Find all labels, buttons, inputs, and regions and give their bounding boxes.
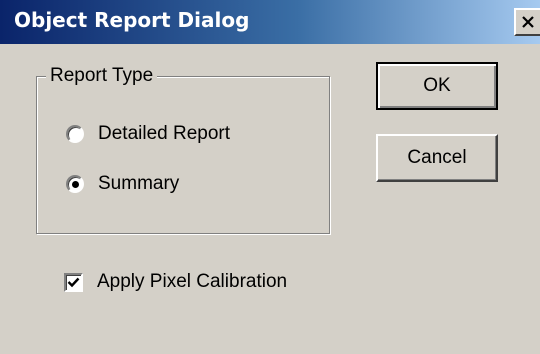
ok-button[interactable]: OK [376,62,498,110]
radio-dot [72,181,79,188]
radio-checked-icon[interactable] [66,175,84,193]
checkmark-icon[interactable] [64,272,83,292]
cancel-button[interactable]: Cancel [376,134,498,182]
detailed-report-radio[interactable]: Detailed Report [66,122,230,146]
summary-label[interactable]: Summary [98,172,179,196]
object-report-dialog: Object Report Dialog Report Type Detaile… [0,0,540,354]
apply-pixel-calibration-checkbox[interactable]: Apply Pixel Calibration [64,270,287,294]
report-type-group-label: Report Type [46,64,158,88]
close-icon [521,16,535,28]
summary-radio[interactable]: Summary [66,172,179,196]
apply-pixel-calibration-label[interactable]: Apply Pixel Calibration [97,270,287,294]
detailed-report-label[interactable]: Detailed Report [98,122,230,146]
window-title: Object Report Dialog [14,8,250,32]
report-type-groupbox [36,76,330,234]
radio-unchecked-icon[interactable] [66,125,84,143]
close-button[interactable] [514,8,540,36]
title-bar[interactable]: Object Report Dialog [0,0,540,44]
